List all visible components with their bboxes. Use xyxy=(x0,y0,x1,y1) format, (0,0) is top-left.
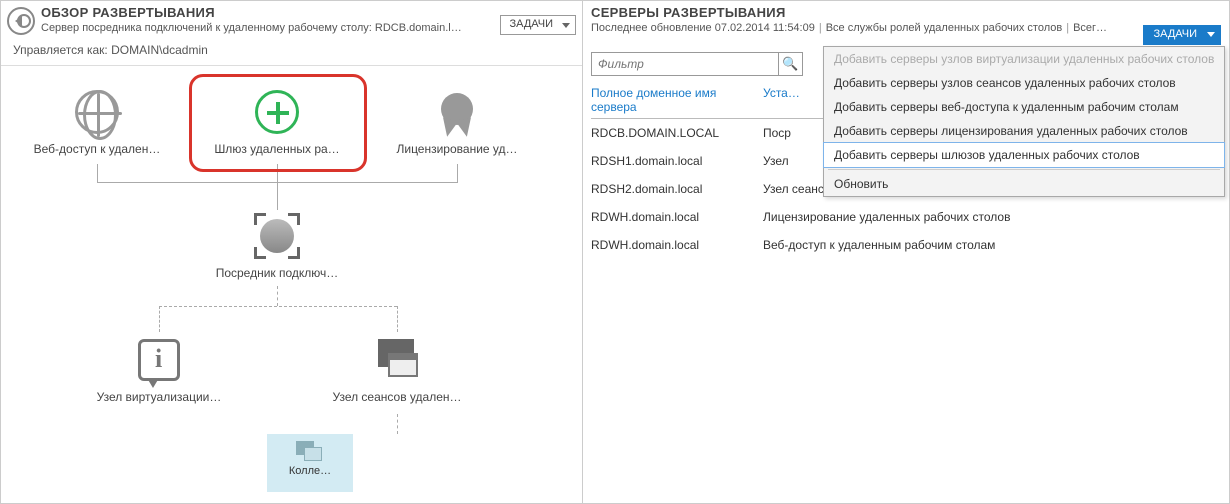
search-icon[interactable]: 🔍 xyxy=(779,52,803,76)
add-icon xyxy=(255,90,299,134)
broker-icon xyxy=(254,213,300,259)
globe-icon xyxy=(75,90,119,134)
overview-subtitle: Сервер посредника подключений к удаленно… xyxy=(41,22,500,34)
table-row[interactable]: RDWH.domain.local Веб-доступ к удаленным… xyxy=(591,231,1221,259)
medal-icon xyxy=(441,93,473,125)
back-button[interactable] xyxy=(7,7,35,35)
node-virtualization[interactable]: Узел виртуализации… xyxy=(79,334,239,404)
managed-as-label: Управляется как: DOMAIN\dcadmin xyxy=(1,37,582,66)
menu-add-session-hosts[interactable]: Добавить серверы узлов сеансов удаленных… xyxy=(824,71,1224,95)
menu-add-web-access[interactable]: Добавить серверы веб-доступа к удаленным… xyxy=(824,95,1224,119)
deployment-diagram: Веб-доступ к удален… Шлюз удаленных ра… … xyxy=(1,66,582,496)
servers-title: СЕРВЕРЫ РАЗВЕРТЫВАНИЯ xyxy=(591,5,1221,20)
table-row[interactable]: RDWH.domain.local Лицензирование удаленн… xyxy=(591,203,1221,231)
menu-add-virtualization-hosts: Добавить серверы узлов виртуализации уда… xyxy=(824,47,1224,71)
node-web-access[interactable]: Веб-доступ к удален… xyxy=(17,86,177,156)
menu-add-gateways[interactable]: Добавить серверы шлюзов удаленных рабочи… xyxy=(823,142,1225,168)
collection-icon xyxy=(296,441,324,463)
deployment-overview-pane: ОБЗОР РАЗВЕРТЫВАНИЯ Сервер посредника по… xyxy=(1,1,583,503)
menu-refresh[interactable]: Обновить xyxy=(824,172,1224,196)
overview-title: ОБЗОР РАЗВЕРТЫВАНИЯ xyxy=(41,5,500,20)
menu-add-licensing[interactable]: Добавить серверы лицензирования удаленны… xyxy=(824,119,1224,143)
filter-input[interactable] xyxy=(591,52,779,76)
tasks-menu: Добавить серверы узлов виртуализации уда… xyxy=(823,46,1225,197)
info-icon xyxy=(138,339,180,381)
tasks-dropdown-right[interactable]: ЗАДАЧИ xyxy=(1143,25,1221,45)
servers-subtitle: Последнее обновление 07.02.2014 11:54:09… xyxy=(591,22,1221,34)
th-server-fqdn[interactable]: Полное доменное имя сервера xyxy=(591,86,763,114)
collection-tile[interactable]: Колле… xyxy=(267,434,353,492)
node-session-host[interactable]: Узел сеансов удален… xyxy=(317,334,477,404)
server-icon xyxy=(374,337,420,383)
menu-separator xyxy=(828,169,1220,170)
node-gateway[interactable]: Шлюз удаленных ра… xyxy=(197,86,357,156)
node-broker[interactable]: Посредник подключ… xyxy=(197,210,357,280)
tasks-dropdown-left[interactable]: ЗАДАЧИ xyxy=(500,15,576,35)
node-licensing[interactable]: Лицензирование уд… xyxy=(377,86,537,156)
deployment-servers-pane: СЕРВЕРЫ РАЗВЕРТЫВАНИЯ Последнее обновлен… xyxy=(583,1,1229,503)
